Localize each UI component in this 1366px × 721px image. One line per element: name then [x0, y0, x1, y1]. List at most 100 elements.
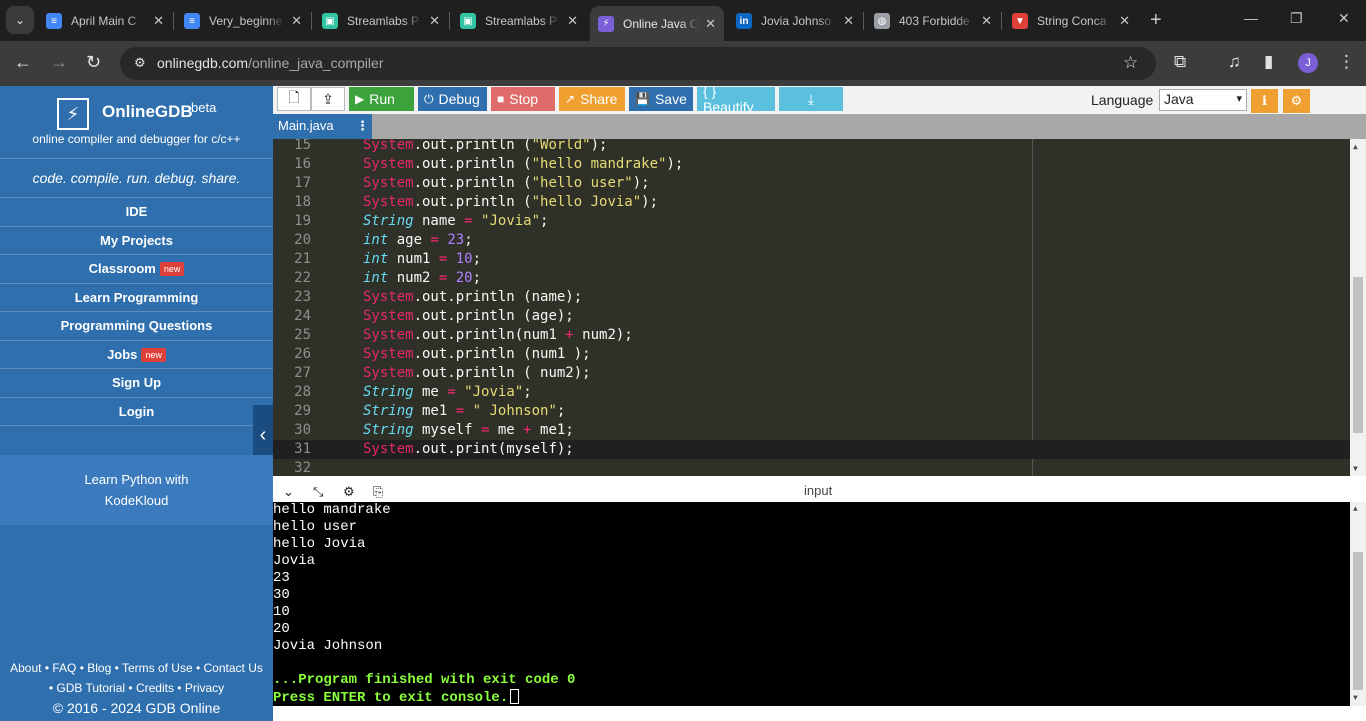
collapse-console-icon[interactable]: ⌄	[283, 484, 294, 500]
sidebar-item-login[interactable]: Login	[0, 398, 273, 426]
browser-tab[interactable]: ≡ April Main C ✕	[38, 6, 172, 36]
debug-button[interactable]: ⏻ Debug	[418, 87, 487, 111]
expand-console-icon[interactable]: ⤡	[313, 484, 323, 500]
console-scrollbar[interactable]: ▲ ▼	[1350, 502, 1366, 706]
scroll-down-icon[interactable]: ▼	[1353, 694, 1358, 703]
menu-kebab-icon[interactable]: ⋮	[1338, 52, 1355, 72]
sidebar-item-classroom[interactable]: Classroom new	[0, 255, 273, 284]
close-tab-icon[interactable]: ✕	[981, 13, 992, 29]
footer-blog-link[interactable]: Blog	[87, 661, 111, 675]
code-line[interactable]: 25 System.out.println(num1 + num2);	[273, 326, 1350, 345]
new-file-button[interactable]: 🗋	[277, 87, 311, 111]
code-line[interactable]: 16 System.out.println ("hello mandrake");	[273, 155, 1350, 174]
address-bar[interactable]: ⚙ onlinegdb.com/online_java_compiler ☆	[120, 47, 1156, 80]
close-tab-icon[interactable]: ✕	[429, 13, 440, 29]
close-window-icon[interactable]: ✕	[1338, 10, 1350, 27]
footer-contact-link[interactable]: Contact Us	[204, 661, 263, 675]
media-icon[interactable]: ♫	[1228, 52, 1241, 72]
scroll-up-icon[interactable]: ▲	[1353, 142, 1358, 151]
close-tab-icon[interactable]: ✕	[1119, 13, 1130, 29]
stop-button[interactable]: ■ Stop	[491, 87, 555, 111]
tagline: code. compile. run. debug. share.	[0, 158, 273, 198]
beautify-button[interactable]: { } Beautify	[697, 83, 775, 115]
sidebar-item-my-projects[interactable]: My Projects	[0, 227, 273, 255]
code-line[interactable]: 30 String myself = me + me1;	[273, 421, 1350, 440]
close-tab-icon[interactable]: ✕	[567, 13, 578, 29]
close-tab-icon[interactable]: ✕	[291, 13, 302, 29]
code-line[interactable]: 28 String me = "Jovia";	[273, 383, 1350, 402]
code-editor[interactable]: 15 System.out.println ("World"); 16 System.…	[273, 139, 1366, 476]
share-button[interactable]: ↗ Share	[559, 87, 625, 111]
file-menu-icon[interactable]: ⋮	[356, 114, 369, 138]
tab-search-button[interactable]: ⌄	[6, 6, 34, 34]
code-line[interactable]: 17 System.out.println ("hello user");	[273, 174, 1350, 193]
browser-tab[interactable]: in Jovia Johnso ✕	[728, 6, 862, 36]
browser-tab[interactable]: ▣ Streamlabs P ✕	[314, 6, 448, 36]
code-line[interactable]: 22 int num2 = 20;	[273, 269, 1350, 288]
language-select[interactable]: Java ▾	[1159, 89, 1247, 111]
browser-tab[interactable]: ≡ Very_beginne ✕	[176, 6, 310, 36]
brand[interactable]: ⚡ OnlineGDB beta online compiler and deb…	[0, 86, 273, 156]
profile-avatar[interactable]: J	[1298, 53, 1318, 73]
console-settings-icon[interactable]: ⚙	[343, 484, 355, 500]
forward-icon[interactable]: →	[50, 52, 68, 73]
back-icon[interactable]: ←	[14, 52, 32, 73]
save-button[interactable]: 💾 Save	[629, 87, 693, 111]
console-scrollbar-thumb[interactable]	[1353, 552, 1363, 690]
code-line[interactable]: 20 int age = 23;	[273, 231, 1350, 250]
site-info-icon[interactable]: ⚙	[134, 55, 146, 71]
editor-scrollbar[interactable]: ▲ ▼	[1350, 139, 1366, 476]
sidebar-item-learn-programming[interactable]: Learn Programming	[0, 284, 273, 312]
console-output[interactable]: hello mandrake hello user hello Jovia Jovia…	[273, 502, 1366, 706]
browser-tab[interactable]: ▣ Streamlabs P ✕	[452, 6, 586, 36]
code-line[interactable]: 29 String me1 = " Johnson";	[273, 402, 1350, 421]
code-line[interactable]: 15 System.out.println ("World");	[273, 139, 1350, 155]
browser-tab-title: String Conca	[1037, 14, 1107, 28]
close-tab-icon[interactable]: ✕	[153, 13, 164, 29]
code-line[interactable]: 26 System.out.println (num1 );	[273, 345, 1350, 364]
scroll-up-icon[interactable]: ▲	[1353, 505, 1358, 514]
settings-button[interactable]: ⚙	[1283, 89, 1310, 113]
new-tab-button[interactable]: +	[1150, 9, 1162, 32]
footer-terms-link[interactable]: Terms of Use	[122, 661, 193, 675]
upload-button[interactable]: ⇪	[311, 87, 345, 111]
file-tab-main[interactable]: Main.java ⋮	[273, 114, 372, 139]
code-line[interactable]: 31 System.out.print(myself);	[273, 440, 1350, 459]
close-tab-icon[interactable]: ✕	[843, 13, 854, 29]
code-line[interactable]: 18 System.out.println ("hello Jovia");	[273, 193, 1350, 212]
code-line[interactable]: 32	[273, 459, 1350, 476]
bookmark-star-icon[interactable]: ☆	[1123, 53, 1138, 73]
code-line[interactable]: 19 String name = "Jovia";	[273, 212, 1350, 231]
extensions-icon[interactable]: ⧉	[1174, 52, 1186, 72]
scroll-down-icon[interactable]: ▼	[1353, 464, 1358, 473]
download-button[interactable]: ⤓	[779, 87, 843, 111]
browser-tab[interactable]: ▼ String Conca ✕	[1004, 6, 1138, 36]
code-line[interactable]: 23 System.out.println (name);	[273, 288, 1350, 307]
sidebar-item-programming-questions[interactable]: Programming Questions	[0, 312, 273, 341]
side-panel-icon[interactable]: ▮	[1264, 52, 1273, 72]
footer-about-link[interactable]: About	[10, 661, 41, 675]
browser-tab[interactable]: ⚡ Online Java C ✕	[590, 6, 724, 41]
console-copy-icon[interactable]: ⎘	[373, 484, 383, 500]
sidebar-item-jobs[interactable]: Jobs new	[0, 341, 273, 369]
restore-icon[interactable]: ❐	[1290, 10, 1303, 27]
sidebar-item-ide[interactable]: IDE	[0, 198, 273, 227]
minimize-icon[interactable]: —	[1244, 10, 1258, 26]
code-line[interactable]: 24 System.out.println (age);	[273, 307, 1350, 326]
info-button[interactable]: ℹ	[1251, 89, 1278, 113]
close-tab-icon[interactable]: ✕	[705, 16, 716, 32]
footer-credits-link[interactable]: Credits	[136, 681, 174, 695]
run-button[interactable]: ▶ Run	[349, 87, 414, 111]
code-line[interactable]: 21 int num1 = 10;	[273, 250, 1350, 269]
line-number: 18	[294, 194, 311, 210]
footer-privacy-link[interactable]: Privacy	[185, 681, 224, 695]
code-line[interactable]: 27 System.out.println ( num2);	[273, 364, 1350, 383]
editor-scrollbar-thumb[interactable]	[1353, 277, 1363, 433]
footer-faq-link[interactable]: FAQ	[52, 661, 76, 675]
sidebar-item-sign-up[interactable]: Sign Up	[0, 369, 273, 398]
browser-tab[interactable]: ◍ 403 Forbidde ✕	[866, 6, 1000, 36]
line-number: 26	[294, 346, 311, 362]
footer-tutorial-link[interactable]: GDB Tutorial	[56, 681, 125, 695]
reload-icon[interactable]: ↻	[86, 52, 101, 73]
promo-banner[interactable]: Learn Python with KodeKloud	[0, 455, 273, 525]
